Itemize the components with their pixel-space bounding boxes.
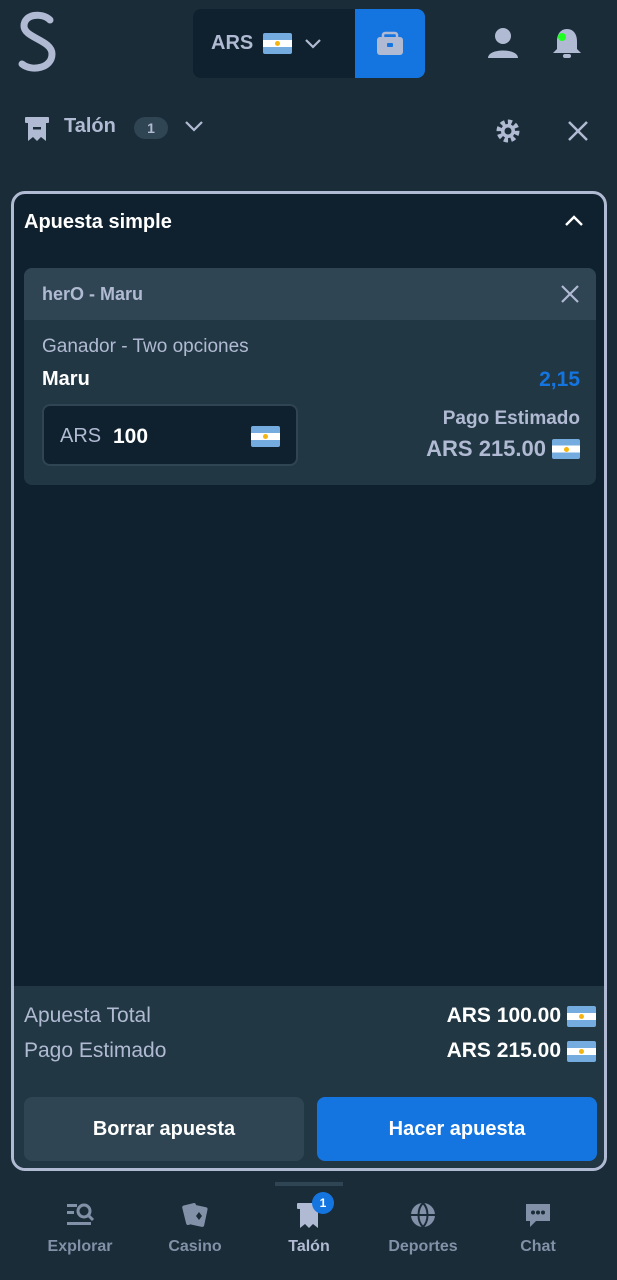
cards-icon	[182, 1203, 208, 1227]
remove-bet-icon[interactable]	[560, 284, 580, 304]
bet-slip-count-badge: 1	[134, 117, 168, 139]
bottom-navigation: Explorar Casino 1 Talón Deportes Chat	[0, 1182, 617, 1280]
bet-slip-page: ARS Talón 1 Apuesta simple herO - Maru G…	[0, 0, 617, 1280]
market-name: Ganador - Two opciones	[42, 336, 249, 357]
stake-input[interactable]: ARS 100	[42, 404, 298, 466]
chevron-up-icon[interactable]	[564, 214, 584, 228]
nav-item-explorar[interactable]: Explorar	[25, 1200, 135, 1256]
total-stake: ARS 100.00	[447, 1004, 596, 1028]
nav-label: Talón	[288, 1238, 330, 1255]
wallet-icon	[377, 31, 403, 55]
nav-badge: 1	[312, 1192, 334, 1214]
bet-slip-icon	[25, 117, 49, 141]
wallet-button[interactable]	[355, 9, 425, 78]
summary-payout-value: ARS 215.00	[446, 1039, 561, 1062]
logo-icon[interactable]	[14, 10, 62, 76]
total-stake-row: Apuesta Total ARS 100.00	[24, 1000, 596, 1032]
total-stake-value: ARS 100.00	[446, 1004, 561, 1027]
total-stake-label: Apuesta Total	[24, 1004, 151, 1027]
place-bet-button[interactable]: Hacer apuesta	[317, 1097, 597, 1161]
bet-slip-panel: Apuesta simple herO - Maru Ganador - Two…	[11, 191, 607, 1171]
nav-label: Casino	[168, 1238, 222, 1255]
nav-label: Explorar	[47, 1238, 113, 1255]
browse-icon	[67, 1203, 95, 1225]
close-icon[interactable]	[566, 119, 590, 143]
bet-type-title: Apuesta simple	[24, 211, 172, 233]
chat-icon	[526, 1204, 550, 1227]
summary-payout-label: Pago Estimado	[24, 1039, 167, 1062]
match-name[interactable]: herO - Maru	[42, 284, 143, 305]
bet-card-header: herO - Maru	[24, 268, 596, 320]
nav-label: Deportes	[388, 1238, 458, 1255]
currency-selector[interactable]: ARS	[193, 9, 355, 78]
chevron-down-icon[interactable]	[184, 119, 204, 133]
estimated-payout-label: Pago Estimado	[442, 408, 580, 429]
nav-item-deportes[interactable]: Deportes	[368, 1200, 478, 1256]
bet-slip-title: Talón	[64, 115, 116, 137]
currency-code: ARS	[211, 32, 254, 54]
argentina-flag-icon	[567, 1040, 596, 1062]
bet-slip-nav: 1	[294, 1192, 334, 1230]
bet-type-header[interactable]: Apuesta simple	[14, 194, 604, 254]
stake-value[interactable]: 100	[113, 425, 148, 449]
chevron-down-icon	[305, 38, 322, 49]
selection-name: Maru	[42, 368, 90, 390]
argentina-flag-icon	[251, 426, 280, 447]
argentina-flag-icon	[567, 1005, 596, 1027]
bet-slip-header: Talón 1	[0, 86, 617, 174]
clear-bet-button[interactable]: Borrar apuesta	[24, 1097, 304, 1161]
bet-card: herO - Maru Ganador - Two opciones Maru …	[24, 268, 596, 485]
argentina-flag-icon	[263, 33, 293, 54]
nav-item-casino[interactable]: Casino	[140, 1200, 250, 1256]
bell-icon[interactable]	[549, 25, 585, 61]
ball-icon	[411, 1202, 435, 1228]
estimated-payout-row: Pago Estimado ARS 215.00	[24, 1035, 596, 1067]
user-icon[interactable]	[486, 26, 520, 60]
active-tab-indicator	[275, 1182, 343, 1186]
bet-summary: Apuesta Total ARS 100.00 Pago Estimado A…	[14, 986, 604, 1168]
nav-item-talon[interactable]: 1 Talón	[254, 1192, 364, 1256]
stake-currency: ARS	[60, 425, 102, 447]
estimated-payout: ARS 215.00	[426, 436, 580, 462]
nav-item-chat[interactable]: Chat	[483, 1200, 593, 1256]
gear-icon[interactable]	[494, 117, 522, 145]
top-bar: ARS	[0, 0, 617, 86]
argentina-flag-icon	[552, 439, 580, 459]
nav-label: Chat	[520, 1238, 556, 1255]
odds-value: 2,15	[539, 368, 580, 391]
summary-payout: ARS 215.00	[447, 1039, 596, 1063]
estimated-payout-value: ARS 215.00	[426, 436, 546, 461]
